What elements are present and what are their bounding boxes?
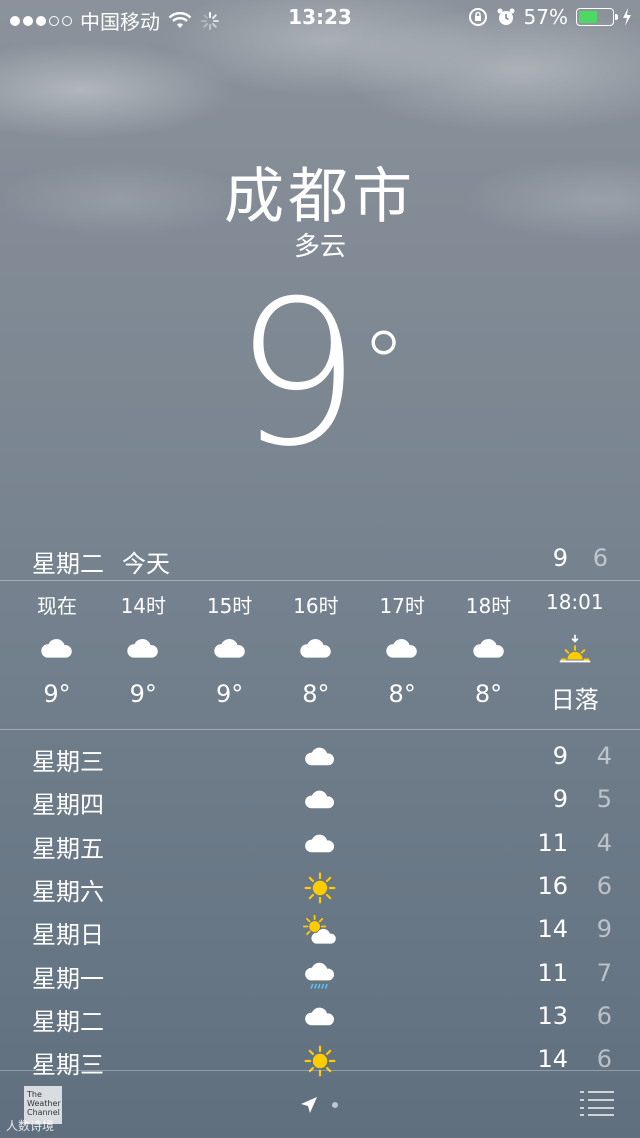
- daily-high: 11: [537, 958, 568, 987]
- daily-weekday: 星期四: [32, 791, 104, 820]
- hourly-item: 现在 9°: [14, 590, 100, 708]
- hourly-item: 18:01 日落: [532, 590, 618, 715]
- daily-weekday: 星期二: [32, 1007, 104, 1036]
- daily-high: 13: [537, 1001, 568, 1030]
- hourly-time: 16时: [293, 594, 339, 618]
- hourly-time: 现在: [37, 594, 77, 618]
- daily-low: 4: [596, 828, 612, 857]
- hourly-time: 14时: [120, 594, 167, 618]
- hourly-item: 15时 9°: [187, 590, 273, 708]
- battery-percent: 57%: [523, 5, 568, 29]
- daily-high: 14: [537, 1045, 568, 1074]
- daily-row: 星期三 9 4: [0, 738, 640, 782]
- battery-icon: [576, 8, 618, 26]
- daily-row: 星期二 13 6: [0, 998, 640, 1042]
- hourly-time: 15时: [206, 594, 253, 618]
- today-weekday: 星期二: [32, 550, 104, 578]
- location-arrow-icon[interactable]: [300, 1096, 318, 1114]
- hourly-temperature: 8°: [474, 680, 503, 708]
- daily-high: 11: [537, 828, 568, 857]
- daily-weekday: 星期六: [32, 877, 104, 906]
- today-low: 6: [592, 544, 608, 572]
- cloud-icon: [14, 620, 100, 680]
- partly-cloudy-icon: [300, 913, 340, 949]
- divider: [0, 580, 640, 581]
- cloud-icon: [273, 620, 359, 680]
- hourly-item: 14时 9°: [100, 590, 186, 708]
- cloud-icon: [300, 783, 340, 819]
- current-temperature: 9°: [0, 270, 640, 480]
- hourly-item: 17时 8°: [359, 590, 445, 708]
- cloud-icon: [300, 1000, 340, 1036]
- status-bar: 中国移动 13:23 57%: [0, 0, 640, 34]
- hourly-temperature: 日落: [550, 686, 599, 714]
- cloud-icon: [100, 620, 186, 680]
- current-temperature-value: 9: [233, 258, 362, 491]
- hourly-temperature: 9°: [129, 680, 157, 708]
- daily-high: 9: [552, 742, 568, 770]
- alarm-icon: [497, 8, 515, 25]
- today-summary: 星期二 今天 9 6: [0, 540, 640, 580]
- page-indicator-dot[interactable]: [332, 1102, 338, 1108]
- hourly-time: 18时: [465, 594, 512, 618]
- daily-low: 9: [596, 915, 612, 944]
- daily-low: 7: [596, 958, 612, 987]
- daily-low: 6: [596, 1001, 612, 1030]
- hourly-time: 18:01: [545, 590, 604, 614]
- hourly-temperature: 9°: [215, 680, 244, 708]
- daily-row: 星期六 16 6: [0, 868, 640, 912]
- today-label: 今天: [122, 550, 170, 578]
- daily-row: 星期四 9 5: [0, 781, 640, 825]
- cloud-icon: [300, 827, 340, 863]
- hourly-temperature: 8°: [388, 680, 416, 708]
- cloud-icon: [300, 740, 340, 776]
- cloud-icon: [446, 620, 532, 680]
- daily-weekday: 星期三: [32, 748, 104, 776]
- hourly-temperature: 8°: [302, 680, 330, 708]
- daily-weekday: 星期一: [32, 964, 104, 993]
- daily-high: 14: [537, 915, 568, 944]
- daily-low: 6: [596, 871, 612, 900]
- rain-icon: [300, 957, 340, 993]
- list-icon[interactable]: [580, 1090, 614, 1116]
- watermark-text: 人数诗境: [6, 1119, 55, 1133]
- today-high: 9: [552, 544, 568, 572]
- degree-symbol: °: [361, 312, 407, 417]
- sunset-icon: [532, 620, 618, 680]
- charging-bolt-icon: [623, 8, 631, 26]
- rotation-lock-icon: [468, 8, 487, 26]
- daily-high: 16: [537, 871, 568, 900]
- bottom-toolbar: The Weather Channel 人数诗境: [0, 1070, 640, 1138]
- battery-fill: [579, 11, 598, 23]
- daily-high: 9: [552, 785, 568, 814]
- hourly-forecast[interactable]: 现在 9° 14时 9° 15时 9° 16时 8° 17时 8° 18时 8° 18:01 日落: [0, 590, 640, 720]
- hourly-temperature: 9°: [43, 680, 71, 708]
- daily-row: 星期一 11 7: [0, 955, 640, 999]
- cloud-icon: [359, 620, 445, 680]
- daily-row: 星期日 14 9: [0, 911, 640, 955]
- hourly-item: 16时 8°: [273, 590, 359, 708]
- daily-low: 6: [596, 1045, 612, 1074]
- hourly-time: 17时: [379, 594, 425, 618]
- divider: [0, 729, 640, 730]
- daily-low: 5: [596, 785, 612, 814]
- daily-low: 4: [596, 742, 612, 770]
- hourly-item: 18时 8°: [446, 590, 532, 708]
- city-name: 成都市: [224, 162, 416, 232]
- daily-weekday: 星期日: [32, 921, 104, 950]
- daily-weekday: 星期五: [32, 834, 104, 863]
- daily-row: 星期五 11 4: [0, 825, 640, 869]
- sun-icon: [300, 870, 340, 906]
- cloud-icon: [187, 620, 273, 680]
